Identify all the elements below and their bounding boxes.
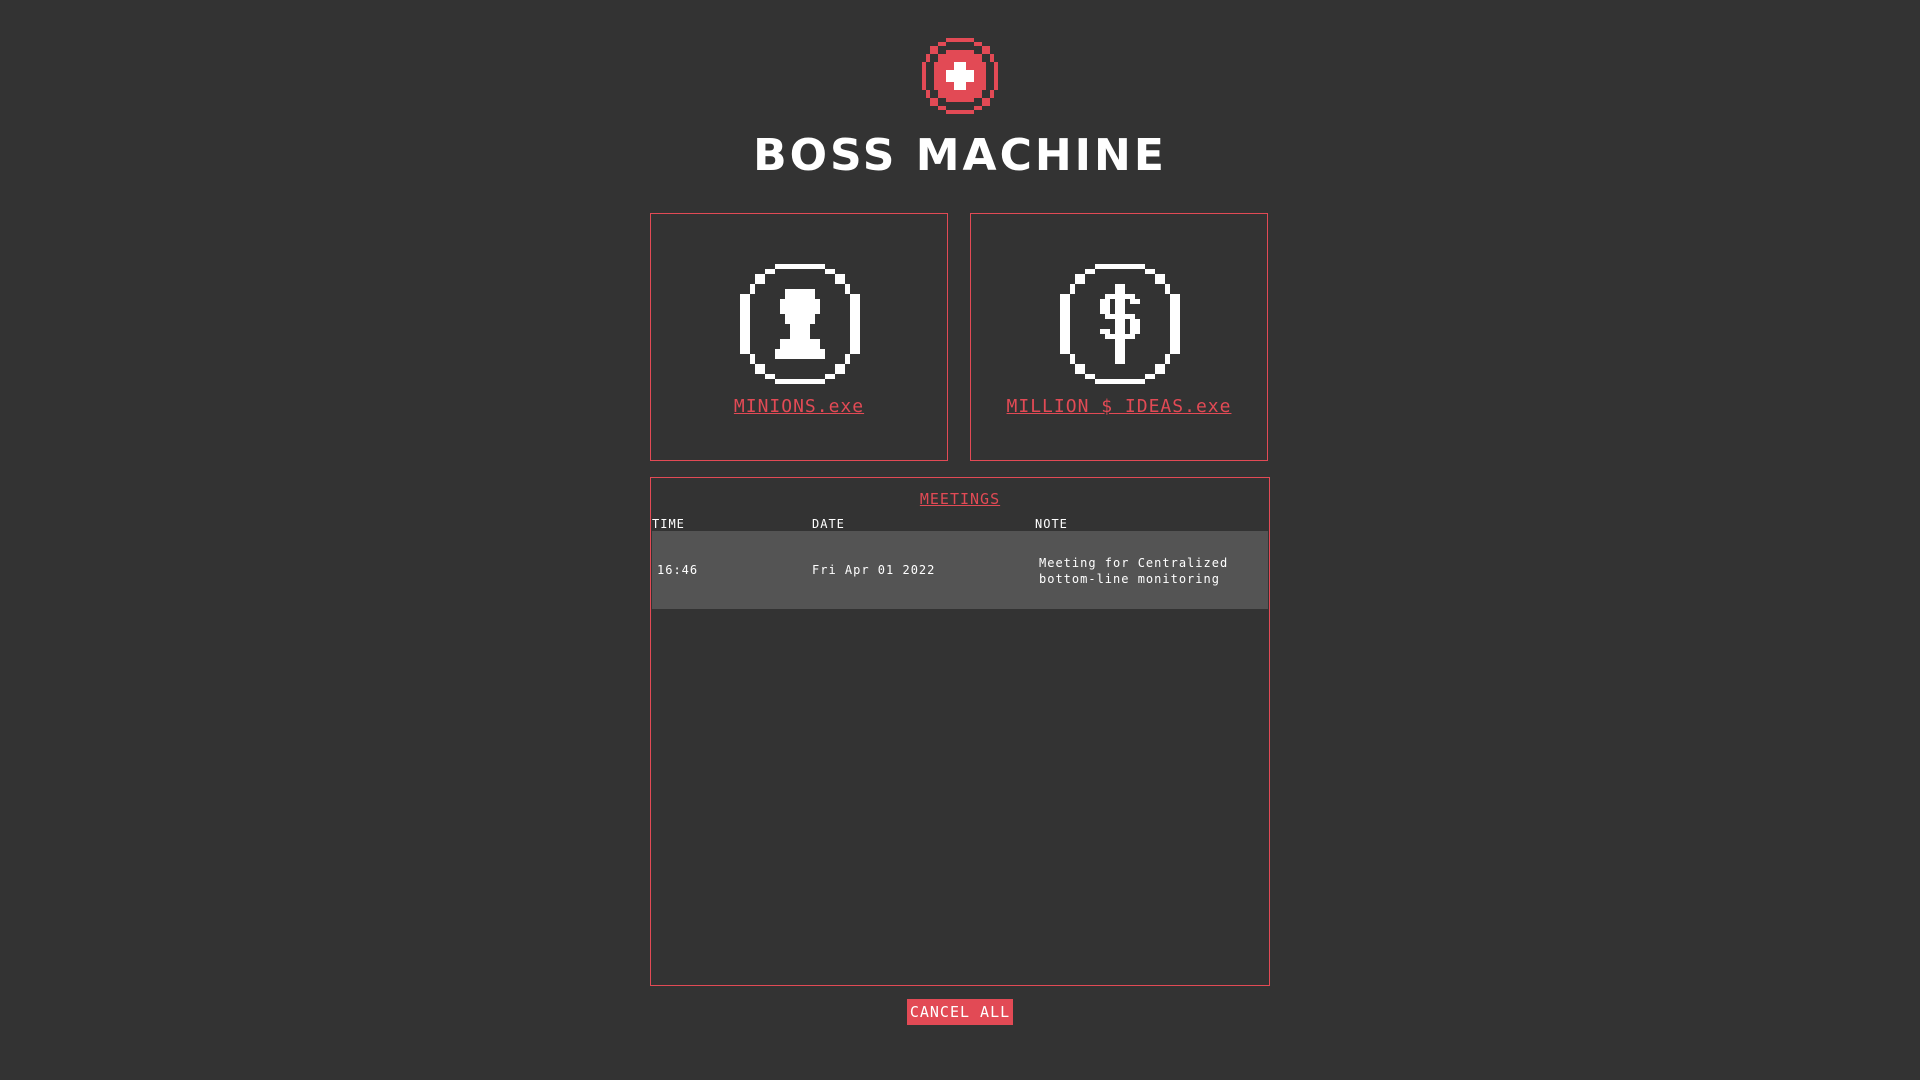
boss-logo-icon	[922, 38, 998, 114]
app-title: BOSS MACHINE	[753, 130, 1167, 181]
meeting-note: Meeting for Centralized bottom-line moni…	[1039, 556, 1229, 586]
column-header-note: NOTE	[1035, 517, 1068, 531]
minion-person-icon	[740, 264, 860, 384]
dollar-coin-icon	[1060, 264, 1180, 384]
meetings-panel: MEETINGS TIME DATE NOTE 16:46 Fri Apr 01…	[650, 477, 1270, 986]
minions-card-link[interactable]: MINIONS.exe	[650, 213, 948, 461]
ideas-card-link[interactable]: MILLION $ IDEAS.exe	[970, 213, 1268, 461]
meeting-date: Fri Apr 01 2022	[812, 563, 936, 577]
ideas-link-label[interactable]: MILLION $ IDEAS.exe	[971, 396, 1267, 417]
column-header-date: DATE	[812, 517, 845, 531]
minions-link-label[interactable]: MINIONS.exe	[651, 396, 947, 417]
meeting-row: 16:46 Fri Apr 01 2022 Meeting for Centra…	[652, 531, 1268, 609]
column-header-time: TIME	[652, 517, 685, 531]
meetings-title-link[interactable]: MEETINGS	[651, 490, 1269, 508]
cancel-all-button[interactable]: CANCEL ALL	[907, 999, 1013, 1025]
meeting-time: 16:46	[657, 563, 699, 577]
